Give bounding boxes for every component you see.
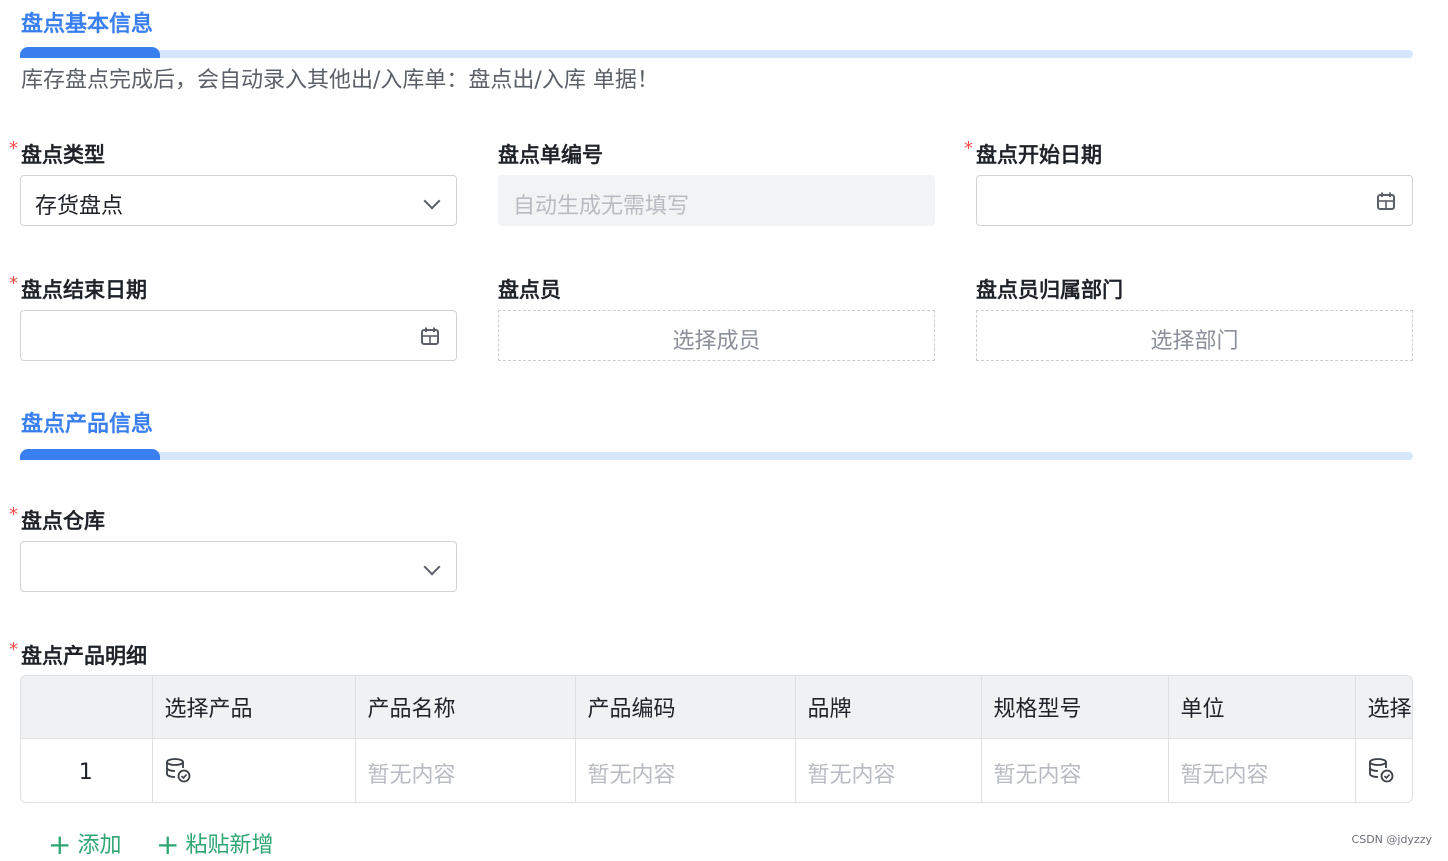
column-header-product-code: 产品编码 <box>575 676 796 739</box>
label-staff: 盘点员 <box>498 278 561 302</box>
calendar-icon <box>1377 192 1395 210</box>
column-header-brand: 品牌 <box>795 676 982 739</box>
start-date-picker[interactable] <box>976 175 1413 226</box>
section-title-basic-info: 盘点基本信息 <box>21 12 154 37</box>
watermark: CSDN @jdyzzy <box>1351 833 1432 846</box>
brand-cell: 暂无内容 <box>795 738 982 802</box>
notice-text: 库存盘点完成后，会自动录入其他出/入库单：盘点出/入库 单据！ <box>21 68 659 93</box>
select-department-button[interactable]: 选择部门 <box>976 310 1413 361</box>
label-staff-dept: 盘点员归属部门 <box>976 278 1123 302</box>
label-product-detail: 盘点产品明细 <box>21 644 147 668</box>
column-header-select: 选择 <box>1355 676 1412 739</box>
calendar-icon <box>421 327 439 345</box>
product-name-cell: 暂无内容 <box>355 738 576 802</box>
column-header-product-name: 产品名称 <box>355 676 576 739</box>
plus-icon: + <box>48 828 72 861</box>
required-marker: * <box>9 639 18 660</box>
database-select-icon[interactable] <box>1368 757 1394 783</box>
spec-cell: 暂无内容 <box>981 738 1169 802</box>
plus-icon: + <box>156 828 180 861</box>
required-marker: * <box>9 273 18 294</box>
section-divider-accent <box>20 47 160 58</box>
column-header-index <box>21 676 153 739</box>
inventory-number-input: 自动生成无需填写 <box>498 175 935 226</box>
row-index: 1 <box>21 738 153 802</box>
select-cell[interactable] <box>1355 738 1412 802</box>
table-header-row: 选择产品 产品名称 产品编码 品牌 规格型号 单位 选择 <box>21 676 1412 739</box>
table-row: 1 暂无内容 暂无内容 暂无内容 暂无内容 暂无内容 <box>21 738 1412 802</box>
database-select-icon[interactable] <box>165 757 191 783</box>
label-inventory-number: 盘点单编号 <box>498 143 603 167</box>
select-product-cell[interactable] <box>152 738 356 802</box>
column-header-select-product: 选择产品 <box>152 676 356 739</box>
product-code-cell: 暂无内容 <box>575 738 796 802</box>
inventory-type-value: 存货盘点 <box>35 194 124 219</box>
required-marker: * <box>9 138 18 159</box>
warehouse-select[interactable] <box>20 541 457 592</box>
paste-add-label: 粘贴新增 <box>185 833 274 858</box>
product-detail-table: 选择产品 产品名称 产品编码 品牌 规格型号 单位 选择 1 暂无内容 暂无内容… <box>20 675 1413 803</box>
add-row-label: 添加 <box>77 833 122 858</box>
section-divider-accent <box>20 449 160 460</box>
column-header-spec: 规格型号 <box>981 676 1169 739</box>
inventory-type-select[interactable]: 存货盘点 <box>20 175 457 226</box>
label-warehouse: 盘点仓库 <box>21 509 105 533</box>
column-header-unit: 单位 <box>1168 676 1356 739</box>
section-title-product-info: 盘点产品信息 <box>21 412 154 437</box>
inventory-number-placeholder: 自动生成无需填写 <box>513 194 690 219</box>
label-inventory-type: 盘点类型 <box>21 143 105 167</box>
select-department-label: 选择部门 <box>1150 329 1239 354</box>
chevron-down-icon <box>423 558 441 576</box>
select-member-label: 选择成员 <box>672 329 761 354</box>
chevron-down-icon <box>423 192 441 210</box>
unit-cell: 暂无内容 <box>1168 738 1356 802</box>
end-date-picker[interactable] <box>20 310 457 361</box>
section-divider <box>20 47 1413 58</box>
required-marker: * <box>964 138 973 159</box>
label-start-date: 盘点开始日期 <box>976 143 1102 167</box>
section-divider <box>20 449 1413 460</box>
required-marker: * <box>9 504 18 525</box>
select-member-button[interactable]: 选择成员 <box>498 310 935 361</box>
label-end-date: 盘点结束日期 <box>21 278 147 302</box>
